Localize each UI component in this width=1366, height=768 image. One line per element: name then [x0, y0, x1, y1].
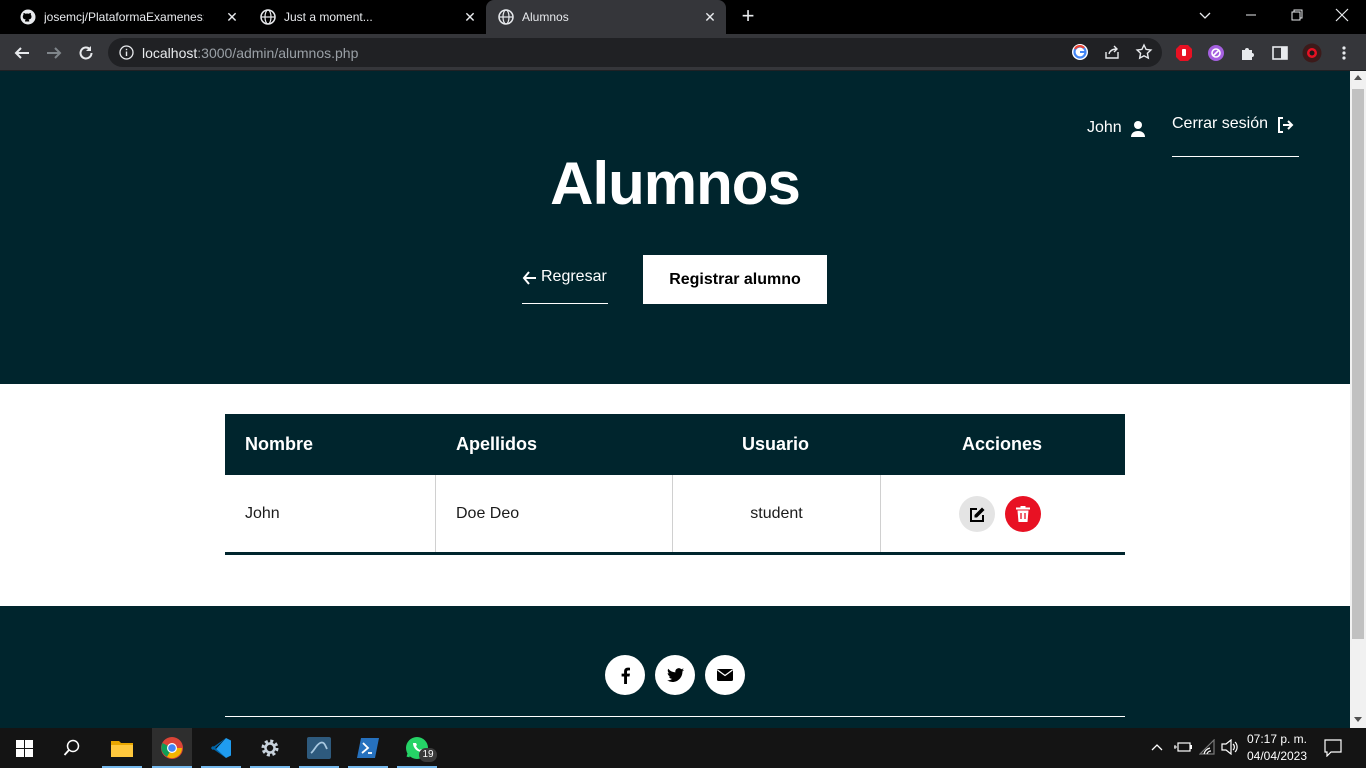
google-icon[interactable]	[1070, 42, 1090, 62]
register-student-button[interactable]: Registrar alumno	[643, 255, 827, 304]
back-arrow-icon[interactable]	[11, 42, 33, 64]
clock-time: 07:17 p. m.	[1246, 732, 1308, 746]
tab-github[interactable]: josemcj/PlataformaExamenes: Pla ✕	[8, 0, 248, 34]
whatsapp-icon[interactable]: 19	[397, 728, 437, 768]
adblock-icon[interactable]	[1174, 43, 1194, 63]
new-tab-icon[interactable]: +	[738, 5, 758, 27]
footer	[0, 606, 1350, 728]
back-label: Regresar	[541, 268, 607, 285]
url-host: localhost	[142, 45, 198, 61]
tab-search-icon[interactable]	[1196, 6, 1214, 24]
clock-date: 04/04/2023	[1246, 749, 1308, 763]
file-explorer-icon[interactable]	[102, 728, 142, 768]
column-header-acciones: Acciones	[962, 434, 1043, 454]
profile-avatar-icon[interactable]	[1302, 43, 1322, 63]
tab-just-a-moment[interactable]: Just a moment... ✕	[248, 0, 486, 34]
edit-button[interactable]	[959, 496, 995, 532]
github-icon	[20, 9, 36, 25]
email-link[interactable]	[705, 655, 745, 695]
scrollbar-thumb[interactable]	[1352, 89, 1364, 639]
table-row: John Doe Deo student	[225, 475, 1125, 555]
extensions-puzzle-icon[interactable]	[1238, 43, 1258, 63]
footer-divider	[225, 716, 1125, 717]
close-tab-icon[interactable]: ✕	[702, 9, 718, 25]
browser-tab-bar: josemcj/PlataformaExamenes: Pla ✕ Just a…	[0, 0, 1366, 34]
globe-icon	[498, 9, 514, 25]
user-icon	[1130, 120, 1145, 137]
tab-alumnos[interactable]: Alumnos ✕	[486, 0, 726, 34]
email-icon	[717, 669, 733, 681]
battery-icon[interactable]	[1174, 740, 1192, 759]
wifi-icon[interactable]	[1198, 738, 1217, 760]
url-path: :3000/admin/alumnos.php	[197, 45, 359, 61]
volume-icon[interactable]	[1221, 738, 1239, 760]
facebook-icon	[621, 667, 630, 684]
info-icon[interactable]	[119, 45, 134, 60]
forward-arrow-icon[interactable]	[43, 42, 65, 64]
close-tab-icon[interactable]: ✕	[224, 9, 240, 25]
column-divider	[435, 475, 436, 552]
scroll-up-arrow-icon[interactable]	[1354, 75, 1362, 80]
page-content: John Cerrar sesión Alumnos Regresar Regi…	[0, 71, 1350, 728]
windows-start-icon[interactable]	[4, 728, 44, 768]
twitter-link[interactable]	[655, 655, 695, 695]
column-header-nombre: Nombre	[245, 434, 314, 454]
scroll-down-arrow-icon[interactable]	[1354, 717, 1362, 722]
column-header-apellidos: Apellidos	[456, 434, 538, 454]
bookmark-star-icon[interactable]	[1134, 42, 1154, 62]
cell-apellidos: Doe Deo	[456, 504, 520, 522]
cell-nombre: John	[245, 504, 280, 522]
notifications-icon[interactable]	[1324, 739, 1342, 762]
url-text: localhost:3000/admin/alumnos.php	[142, 45, 358, 61]
reload-icon[interactable]	[75, 42, 97, 64]
tab-title: josemcj/PlataformaExamenes: Pla	[44, 10, 204, 24]
share-icon[interactable]	[1102, 42, 1122, 62]
delete-button[interactable]	[1005, 496, 1041, 532]
column-divider	[880, 475, 881, 552]
back-link[interactable]: Regresar	[522, 267, 608, 304]
facebook-link[interactable]	[605, 655, 645, 695]
side-panel-icon[interactable]	[1270, 43, 1290, 63]
chrome-icon[interactable]	[152, 728, 192, 768]
mysql-workbench-icon[interactable]	[299, 728, 339, 768]
page-title: Alumnos	[550, 150, 801, 217]
tab-title: Just a moment...	[284, 10, 373, 24]
edit-icon	[969, 507, 984, 522]
arrow-left-icon	[522, 271, 536, 285]
user-name-label: John	[1087, 119, 1122, 136]
current-user: John	[1087, 119, 1146, 137]
search-icon[interactable]	[52, 728, 92, 768]
windows-taskbar: 19 07:17 p. m. 04/04/2023	[0, 728, 1366, 768]
minimize-icon[interactable]	[1242, 6, 1260, 24]
show-hidden-icons-chevron-icon[interactable]	[1150, 740, 1164, 759]
trash-icon	[1016, 506, 1030, 522]
students-table: Nombre Apellidos Usuario Acciones John D…	[225, 414, 1125, 555]
table-header: Nombre Apellidos Usuario Acciones	[225, 414, 1125, 475]
tab-title: Alumnos	[522, 10, 569, 24]
more-menu-icon[interactable]	[1334, 43, 1354, 63]
globe-icon	[260, 9, 276, 25]
browser-toolbar: localhost:3000/admin/alumnos.php	[0, 34, 1366, 71]
page-scrollbar[interactable]	[1350, 71, 1366, 728]
hero-header: John Cerrar sesión Alumnos Regresar Regi…	[0, 71, 1350, 384]
close-window-icon[interactable]	[1333, 6, 1351, 24]
system-clock[interactable]: 07:17 p. m. 04/04/2023	[1240, 731, 1314, 765]
address-bar[interactable]: localhost:3000/admin/alumnos.php	[108, 38, 1162, 67]
column-header-usuario: Usuario	[742, 434, 810, 454]
close-tab-icon[interactable]: ✕	[462, 9, 478, 25]
cell-usuario: student	[750, 504, 803, 522]
settings-gear-icon[interactable]	[250, 728, 290, 768]
whatsapp-notification-badge: 19	[419, 748, 437, 762]
powershell-icon[interactable]	[348, 728, 388, 768]
twitter-icon	[666, 668, 684, 682]
restore-icon[interactable]	[1288, 6, 1306, 24]
extension-purple-icon[interactable]	[1206, 43, 1226, 63]
vscode-icon[interactable]	[201, 728, 241, 768]
logout-label: Cerrar sesión	[1172, 115, 1269, 132]
sign-out-icon	[1278, 117, 1294, 133]
